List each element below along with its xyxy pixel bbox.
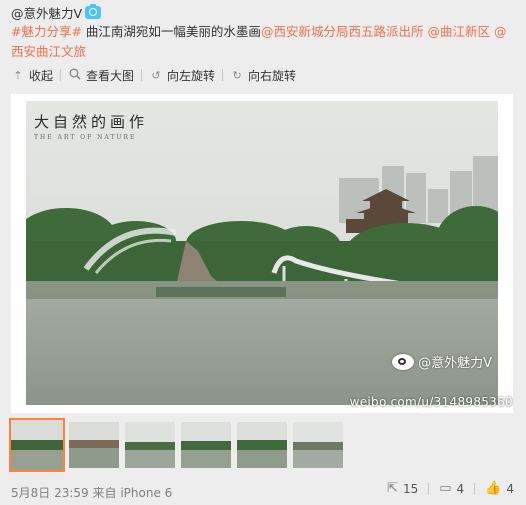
thumbnail-4[interactable]: [181, 422, 231, 468]
collapse-label: 收起: [29, 68, 54, 83]
toolbar-divider: [60, 69, 62, 81]
toolbar-divider: [141, 69, 143, 81]
mention-link-1[interactable]: @西安新城分局西五路派出所: [261, 24, 424, 39]
thumbnail-2[interactable]: [69, 422, 119, 468]
view-large-button[interactable]: 查看大图: [68, 67, 134, 84]
author-name-link[interactable]: @意外魅力V: [11, 3, 82, 22]
post-body: 曲江南湖宛如一幅美丽的水墨画: [81, 24, 261, 39]
post-actions: ⇱ 15 ▭ 4 👍 4: [387, 481, 514, 496]
collapse-icon: ⇡: [13, 68, 23, 82]
rotate-left-icon: ↺: [151, 68, 161, 82]
comment-button[interactable]: ▭ 4: [439, 481, 464, 496]
source-device[interactable]: iPhone 6: [120, 486, 172, 500]
mention-link-2[interactable]: @曲江新区: [427, 24, 490, 39]
thumbnail-6[interactable]: [293, 422, 343, 468]
weibo-logo-icon: [392, 353, 415, 370]
photo-subtitle: THE ART OF NATURE: [34, 134, 137, 141]
comment-icon: ▭: [439, 481, 452, 496]
repost-count: 15: [402, 481, 419, 496]
like-button[interactable]: 👍 4: [485, 481, 514, 496]
image-toolbar: ⇡ 收起 查看大图 ↺ 向左旋转 ↻ 向右旋转: [11, 65, 296, 85]
thumbnail-5[interactable]: [237, 422, 287, 468]
author-row: @意外魅力V: [11, 3, 102, 22]
toolbar-divider: [222, 69, 224, 81]
comment-count: 4: [456, 481, 465, 496]
action-divider: [428, 482, 430, 495]
thumbnail-3[interactable]: [125, 422, 175, 468]
collapse-button[interactable]: ⇡ 收起: [11, 67, 53, 84]
like-count: 4: [506, 481, 514, 496]
repost-button[interactable]: ⇱ 15: [387, 481, 418, 496]
rotate-right-label: 向右旋转: [248, 68, 297, 83]
thumbnail-1[interactable]: [9, 418, 65, 472]
watermark-url: weibo.com/u/3148985360: [349, 395, 513, 409]
photo-title: 大自然的画作: [34, 113, 149, 131]
photo-watermark: @意外魅力V: [392, 352, 492, 371]
rotate-right-button[interactable]: ↻ 向右旋转: [230, 67, 296, 84]
action-divider: [474, 482, 476, 495]
thumbnail-strip: [9, 418, 349, 472]
photo-frame: 大自然的画作 THE ART OF NATURE @意外魅力V weibo.co…: [11, 94, 513, 413]
source-prefix: 来自: [92, 486, 117, 500]
post-date[interactable]: 5月8日 23:59: [11, 486, 89, 500]
post-meta: 5月8日 23:59 来自 iPhone 6: [11, 484, 172, 501]
search-icon: [68, 68, 82, 83]
topic-link[interactable]: #魅力分享#: [11, 24, 82, 39]
rotate-left-button[interactable]: ↺ 向左旋转: [149, 67, 215, 84]
like-icon: 👍: [485, 481, 502, 496]
rotate-right-icon: ↻: [232, 68, 242, 82]
main-photo[interactable]: 大自然的画作 THE ART OF NATURE @意外魅力V: [26, 101, 498, 405]
view-large-label: 查看大图: [86, 68, 135, 83]
camera-icon[interactable]: [85, 3, 102, 19]
post-text: #魅力分享# 曲江南湖宛如一幅美丽的水墨画@西安新城分局西五路派出所 @曲江新区…: [11, 22, 511, 62]
rotate-left-label: 向左旋转: [167, 68, 216, 83]
repost-icon: ⇱: [387, 481, 398, 496]
watermark-name: @意外魅力V: [418, 356, 492, 371]
